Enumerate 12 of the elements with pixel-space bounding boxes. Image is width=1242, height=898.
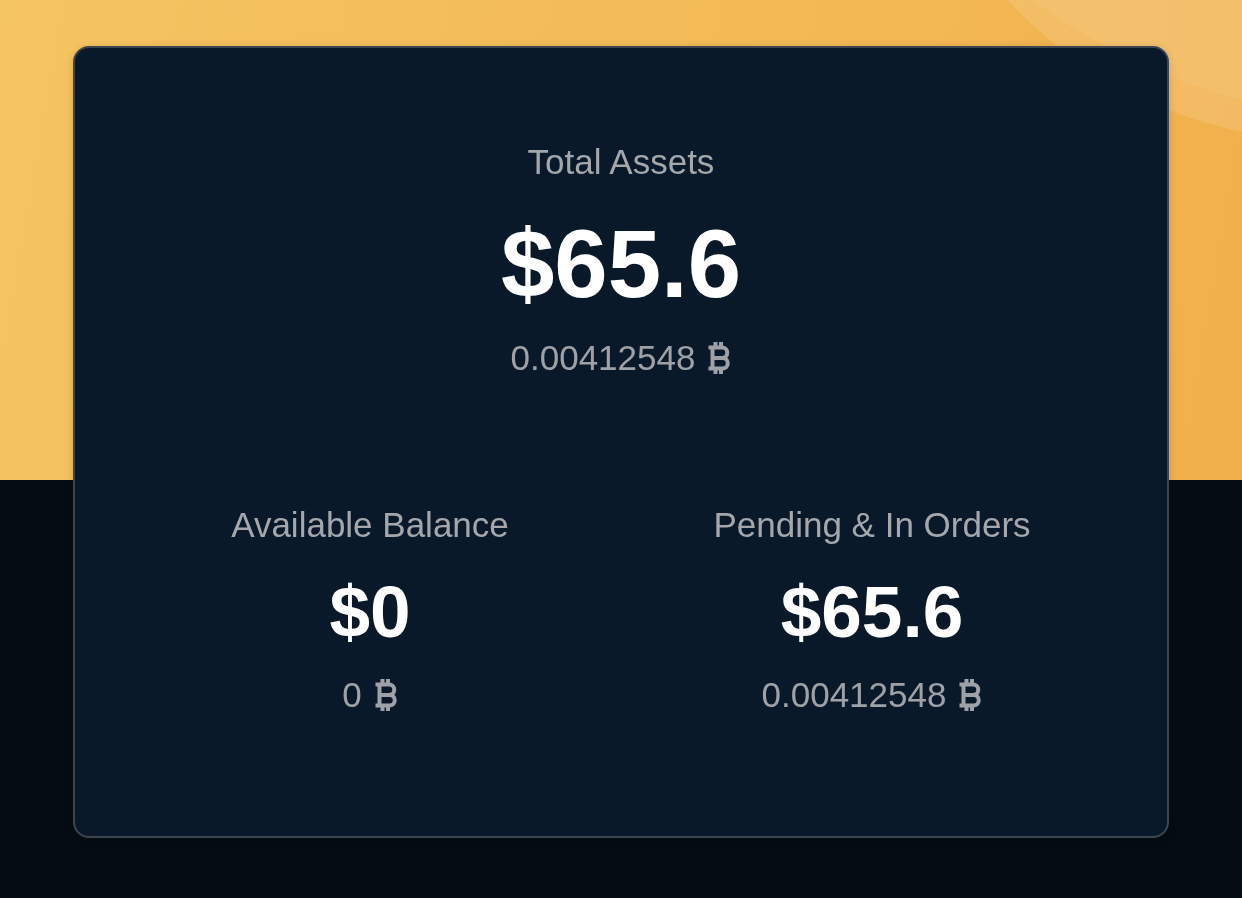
btc-amount: 0.00412548 [761, 675, 947, 715]
section-label: Available Balance [231, 505, 509, 545]
usd-amount: $65.6 [500, 209, 742, 319]
btc-amount: 0.00412548 [510, 338, 696, 378]
btc-amount: 0 [342, 675, 362, 715]
bitcoin-icon [958, 678, 983, 712]
section-label: Pending & In Orders [713, 505, 1031, 545]
usd-amount: $0 [329, 570, 411, 654]
section-label: Total Assets [527, 142, 715, 182]
usd-amount: $65.6 [780, 570, 964, 654]
bitcoin-icon [373, 678, 398, 712]
bitcoin-icon [707, 341, 732, 375]
